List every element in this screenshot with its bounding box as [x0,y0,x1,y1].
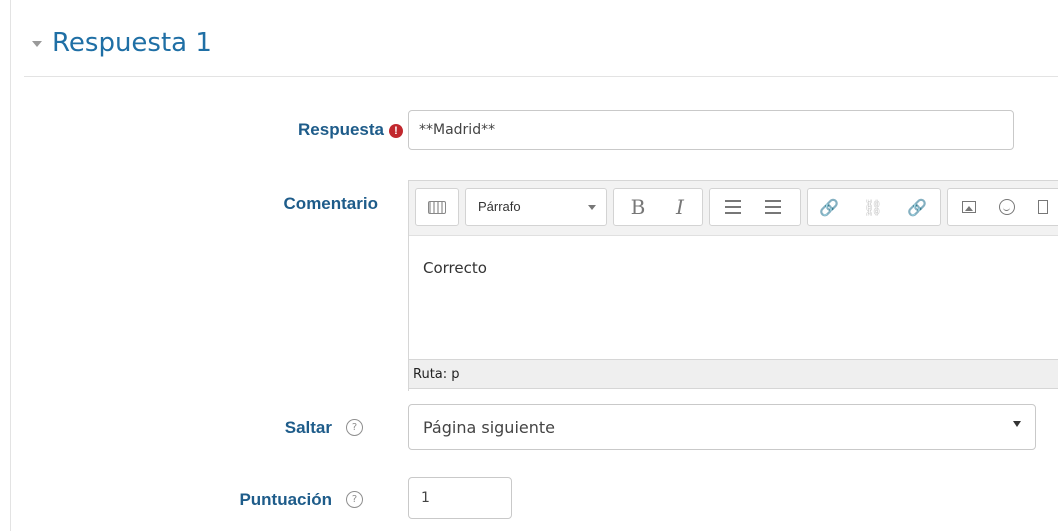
jump-label: Saltar [284,418,332,437]
unlink-icon: ⛓ [862,197,884,217]
answer-label: Respuesta [298,120,384,139]
link-button[interactable]: 🔗 [814,189,844,225]
text-style-group: B I [613,188,703,226]
emoticon-icon [999,199,1015,215]
caret-down-icon[interactable] [32,41,42,47]
editor-path: Ruta: p [409,359,1058,389]
score-help-icon[interactable]: ? [346,491,363,508]
keyboard-icon [428,200,446,214]
section-title: Respuesta 1 [52,28,212,58]
link-icon: 🔗 [819,197,839,217]
link-group: 🔗 ⛓ 🔗 [807,188,941,226]
editor-content[interactable]: Correcto [423,259,487,277]
list-group [709,188,801,226]
numbered-list-icon [765,200,781,214]
score-label: Puntuación [239,490,332,509]
bullet-list-icon [725,200,741,214]
italic-button[interactable]: I [660,189,700,225]
score-input[interactable]: 1 [408,477,512,519]
unlink-button[interactable]: ⛓ [858,189,888,225]
editor-toolbar: Párrafo B I 🔗 ⛓ 🔗 [409,181,1058,236]
toggle-toolbar-button[interactable] [415,188,459,226]
jump-help-icon[interactable]: ? [346,419,363,436]
answer-label-row: Respuesta! [200,120,403,140]
numbered-list-button[interactable] [758,189,788,225]
section-divider [24,76,1058,77]
anchor-button[interactable]: 🔗 [902,189,932,225]
bullet-list-button[interactable] [718,189,748,225]
section-header[interactable]: Respuesta 1 [32,28,212,58]
chevron-down-icon [588,205,596,210]
answer-input[interactable]: **Madrid** [408,110,1014,150]
jump-selected-value: Página siguiente [423,417,555,437]
paragraph-format-value: Párrafo [478,199,521,214]
insert-media-button[interactable] [1028,189,1058,225]
media-icon [1038,200,1048,214]
anchor-link-icon: 🔗 [907,197,927,217]
insert-emoticon-button[interactable] [992,189,1022,225]
image-icon [962,201,976,213]
paragraph-format-select[interactable]: Párrafo [465,188,607,226]
required-icon: ! [389,124,403,138]
insert-group [947,188,1058,226]
comment-editor: Párrafo B I 🔗 ⛓ 🔗 Correcto Ruta: p [408,180,1058,391]
jump-select[interactable]: Página siguiente [408,404,1036,450]
bold-button[interactable]: B [618,189,658,225]
comment-label: Comentario [283,194,378,213]
select-arrow-icon [1013,421,1021,427]
insert-image-button[interactable] [954,189,984,225]
left-border [10,0,11,531]
